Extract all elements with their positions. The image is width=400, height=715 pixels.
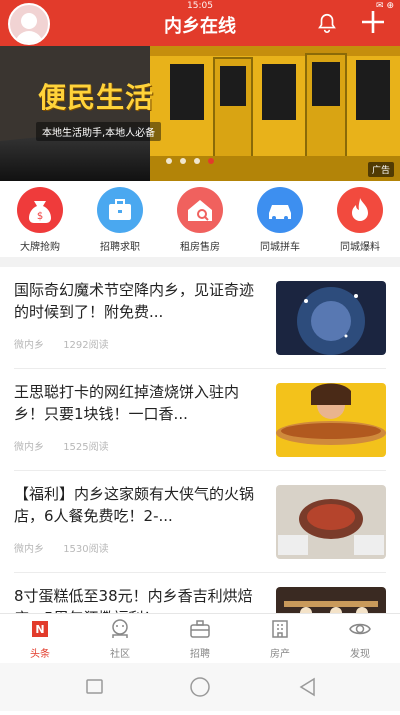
news-feed: 国际奇幻魔术节空降内乡，见证奇迹的时候到了！附免费... 微内乡 1292阅读 … xyxy=(0,267,400,613)
property-icon xyxy=(272,620,288,638)
tab-jobs[interactable]: 招聘 xyxy=(170,619,230,660)
quick-links: $ 大牌抢购 招聘求职 租房售房 同城拼车 同城爆料 xyxy=(0,181,400,257)
community-icon xyxy=(112,619,128,638)
banner-subtitle: 本地生活助手,本地人必备 xyxy=(36,122,162,141)
news-reads: 1530阅读 xyxy=(63,544,109,555)
car-icon xyxy=(257,187,303,233)
news-thumbnail xyxy=(276,485,386,559)
news-source: 微内乡 xyxy=(14,544,44,555)
svg-text:$: $ xyxy=(37,211,43,222)
quick-link-news-tips[interactable]: 同城爆料 xyxy=(322,187,398,253)
news-title: 【福利】内乡这家颇有大侠气的火锅店，6人餐免费吃！2-... xyxy=(14,485,255,525)
news-item[interactable]: 国际奇幻魔术节空降内乡，见证奇迹的时候到了！附免费... 微内乡 1292阅读 xyxy=(0,267,400,369)
quick-link-label: 招聘求职 xyxy=(100,242,140,253)
quick-link-label: 同城爆料 xyxy=(340,242,380,253)
news-reads: 1525阅读 xyxy=(63,442,109,453)
news-thumbnail xyxy=(276,383,386,457)
carousel-dot-active[interactable] xyxy=(208,158,214,164)
news-title: 国际奇幻魔术节空降内乡，见证奇迹的时候到了！附免费... xyxy=(14,281,255,321)
news-thumbnail xyxy=(276,281,386,355)
quick-link-brand-sale[interactable]: $ 大牌抢购 xyxy=(2,187,78,253)
back-icon[interactable] xyxy=(299,677,315,697)
tab-label: 社区 xyxy=(110,649,130,660)
home-icon[interactable] xyxy=(190,677,210,697)
news-source: 微内乡 xyxy=(14,442,44,453)
status-time: 15:05 xyxy=(187,1,213,11)
quick-link-label: 大牌抢购 xyxy=(20,242,60,253)
news-reads: 1292阅读 xyxy=(63,340,109,351)
recent-apps-icon[interactable] xyxy=(86,679,103,694)
quick-link-carpool[interactable]: 同城拼车 xyxy=(242,187,318,253)
briefcase-icon xyxy=(97,187,143,233)
flame-icon xyxy=(337,187,383,233)
jobs-icon xyxy=(190,620,210,638)
news-source: 微内乡 xyxy=(14,340,44,351)
quick-link-label: 同城拼车 xyxy=(260,242,300,253)
carousel-dots[interactable] xyxy=(166,158,214,164)
bell-icon[interactable] xyxy=(316,12,338,34)
ad-tag: 广告 xyxy=(367,162,394,177)
quick-link-label: 租房售房 xyxy=(180,242,220,253)
news-meta: 微内乡 1530阅读 xyxy=(14,540,109,555)
news-item[interactable]: 8寸蛋糕低至38元！内乡香吉利烘焙店，5周年狂撒福利！ xyxy=(0,573,400,613)
bottom-tab-bar: N 头条 社区 招聘 房产 发现 xyxy=(0,613,400,664)
tab-discover[interactable]: 发现 xyxy=(330,619,390,660)
section-divider xyxy=(0,257,400,267)
app-header: 15:05 ✉ ⊕ 内乡在线 xyxy=(0,0,400,46)
carousel-dot[interactable] xyxy=(180,158,186,164)
tab-label: 发现 xyxy=(350,649,370,660)
tab-headlines[interactable]: N 头条 xyxy=(10,619,70,660)
news-thumbnail xyxy=(276,587,386,613)
carousel-dot[interactable] xyxy=(194,158,200,164)
carousel-dot[interactable] xyxy=(166,158,172,164)
add-icon[interactable] xyxy=(360,9,386,35)
promo-banner[interactable]: 便民生活 本地生活助手,本地人必备 广告 xyxy=(0,46,400,181)
quick-link-jobs[interactable]: 招聘求职 xyxy=(82,187,158,253)
tab-community[interactable]: 社区 xyxy=(90,619,150,660)
money-bag-icon: $ xyxy=(17,187,63,233)
tab-label: 头条 xyxy=(30,649,50,660)
news-meta: 微内乡 1525阅读 xyxy=(14,438,109,453)
svg-text:N: N xyxy=(35,623,44,636)
news-title: 8寸蛋糕低至38元！内乡香吉利烘焙店，5周年狂撒福利！ xyxy=(14,587,253,613)
tab-label: 房产 xyxy=(270,649,290,660)
tab-property[interactable]: 房产 xyxy=(250,619,310,660)
quick-link-housing[interactable]: 租房售房 xyxy=(162,187,238,253)
news-title: 王思聪打卡的网红掉渣烧饼入驻内乡！只要1块钱！一口香... xyxy=(14,383,240,423)
page-title: 内乡在线 xyxy=(164,16,236,37)
news-item[interactable]: 【福利】内乡这家颇有大侠气的火锅店，6人餐免费吃！2-... 微内乡 1530阅… xyxy=(0,471,400,573)
tab-label: 招聘 xyxy=(190,649,210,660)
banner-title: 便民生活 xyxy=(38,81,155,114)
news-item[interactable]: 王思聪打卡的网红掉渣烧饼入驻内乡！只要1块钱！一口香... 微内乡 1525阅读 xyxy=(0,369,400,471)
headlines-icon: N xyxy=(32,621,48,637)
house-search-icon xyxy=(177,187,223,233)
discover-icon xyxy=(349,623,371,635)
system-nav-bar xyxy=(0,663,400,711)
news-meta: 微内乡 1292阅读 xyxy=(14,336,109,351)
